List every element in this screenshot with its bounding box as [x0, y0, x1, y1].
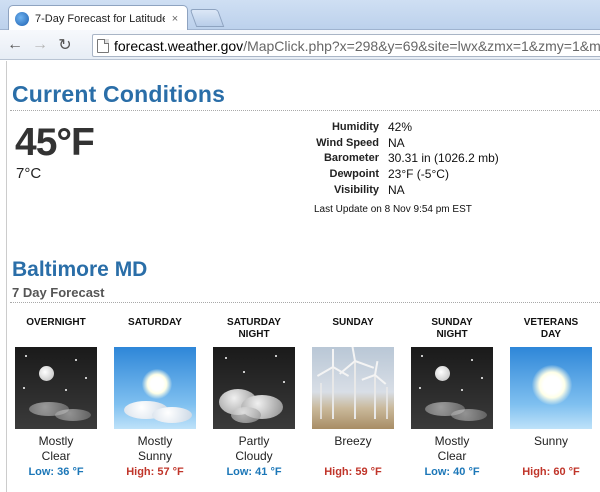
- period-label: SUNDAY: [332, 317, 374, 328]
- browser-tab[interactable]: 7-Day Forecast for Latitude 3 ×: [8, 5, 188, 31]
- period-name: VETERANS DAY: [503, 317, 599, 347]
- detail-value: NA: [388, 135, 405, 150]
- night-partly-cloudy-icon[interactable]: [213, 347, 295, 429]
- forecast-description: Mostly Clear: [434, 434, 470, 463]
- location-heading: Baltimore MD: [12, 258, 148, 281]
- sunny-icon[interactable]: [510, 347, 592, 429]
- period-name: SATURDAY: [107, 317, 203, 347]
- detail-row: Visibility NA: [290, 182, 499, 198]
- detail-label: Barometer: [323, 152, 379, 165]
- divider: [10, 110, 600, 111]
- url-text: forecast.weather.gov/MapClick.php?x=298&…: [114, 38, 600, 54]
- detail-label: Visibility: [333, 184, 379, 197]
- new-tab-button[interactable]: [189, 9, 225, 27]
- tab-bar: 7-Day Forecast for Latitude 3 ×: [0, 0, 600, 31]
- forecast-temperature: Low: 40 °F: [424, 466, 480, 478]
- forecast-temperature: High: 57 °F: [126, 466, 184, 478]
- period-label: VETERANS DAY: [523, 317, 579, 340]
- period-label: SUNDAY NIGHT: [431, 317, 473, 340]
- temperature-celsius: 7°C: [16, 165, 42, 182]
- detail-row: Wind Speed NA: [290, 135, 499, 151]
- forecast-temperature: High: 59 °F: [324, 466, 382, 478]
- last-update: Last Update on 8 Nov 9:54 pm EST: [314, 204, 472, 215]
- url-path: /MapClick.php?x=298&y=69&site=lwx&zmx=1&…: [243, 37, 600, 54]
- detail-label: Dewpoint: [329, 168, 380, 181]
- close-tab-icon[interactable]: ×: [169, 13, 181, 25]
- forecast-description: Mostly Sunny: [137, 434, 173, 463]
- forecast-period[interactable]: SATURDAY Mostly Sunny High: 57 °F: [107, 317, 203, 478]
- back-button[interactable]: ←: [5, 35, 25, 55]
- detail-value: NA: [388, 183, 405, 198]
- url-host: forecast.weather.gov: [114, 37, 244, 54]
- forecast-temperature: Low: 41 °F: [226, 466, 282, 478]
- tab-title: 7-Day Forecast for Latitude 3: [35, 12, 165, 25]
- forecast-description: Mostly Clear: [38, 434, 74, 463]
- current-conditions-heading: Current Conditions: [12, 81, 226, 107]
- day-few-clouds-icon[interactable]: [114, 347, 196, 429]
- night-few-clouds-icon[interactable]: [15, 347, 97, 429]
- divider: [10, 302, 600, 303]
- temperature-fahrenheit: 45°F: [15, 121, 95, 164]
- period-name: SATURDAY NIGHT: [206, 317, 302, 347]
- forecast-description: Sunny: [533, 434, 569, 448]
- forecast-description: Partly Cloudy: [235, 434, 273, 463]
- weather-favicon-icon: [15, 11, 29, 26]
- reload-button[interactable]: ↻: [55, 35, 75, 55]
- detail-value: 30.31 in (1026.2 mb): [388, 151, 499, 166]
- detail-label: Humidity: [331, 120, 379, 133]
- forecast-description: Breezy: [334, 434, 372, 448]
- page-icon: [97, 38, 109, 53]
- forecast-subtitle: 7 Day Forecast: [12, 285, 105, 300]
- period-name: SUNDAY NIGHT: [404, 317, 500, 347]
- forecast-temperature: Low: 36 °F: [28, 466, 84, 478]
- detail-value: 42%: [388, 119, 413, 134]
- detail-row: Humidity 42%: [290, 119, 499, 135]
- night-few-clouds-icon[interactable]: [411, 347, 493, 429]
- detail-label: Wind Speed: [316, 136, 379, 149]
- browser-toolbar: ← → ↻ forecast.weather.gov/MapClick.php?…: [0, 30, 600, 60]
- forecast-period[interactable]: OVERNIGHT Mostly Clear Low: 36 °F: [8, 317, 104, 478]
- forward-button[interactable]: →: [30, 35, 50, 55]
- period-label: OVERNIGHT: [26, 317, 86, 328]
- forecast-period[interactable]: VETERANS DAY Sunny High: 60 °F: [503, 317, 599, 478]
- detail-row: Barometer 30.31 in (1026.2 mb): [290, 151, 499, 167]
- period-name: OVERNIGHT: [8, 317, 104, 347]
- page-content: Current Conditions 45°F 7°C Humidity 42%…: [0, 61, 600, 492]
- forecast-period[interactable]: SATURDAY NIGHT Partly Cloudy Low: 41 °F: [206, 317, 302, 478]
- detail-value: 23°F (-5°C): [388, 167, 449, 182]
- conditions-details: Humidity 42% Wind Speed NA Barometer 30.…: [290, 119, 499, 198]
- forecast-temperature: High: 60 °F: [522, 466, 580, 478]
- period-label: SATURDAY: [128, 317, 182, 328]
- page-border: [6, 61, 7, 492]
- address-bar[interactable]: forecast.weather.gov/MapClick.php?x=298&…: [92, 34, 600, 57]
- period-name: SUNDAY: [305, 317, 401, 347]
- forecast-period[interactable]: SUNDAY Breezy High: 59 °F: [305, 317, 401, 478]
- period-label: SATURDAY NIGHT: [227, 317, 281, 340]
- forecast-period[interactable]: SUNDAY NIGHT Mostly Clear Low: 40 °F: [404, 317, 500, 478]
- wind-turbines-icon[interactable]: [312, 347, 394, 429]
- detail-row: Dewpoint 23°F (-5°C): [290, 166, 499, 182]
